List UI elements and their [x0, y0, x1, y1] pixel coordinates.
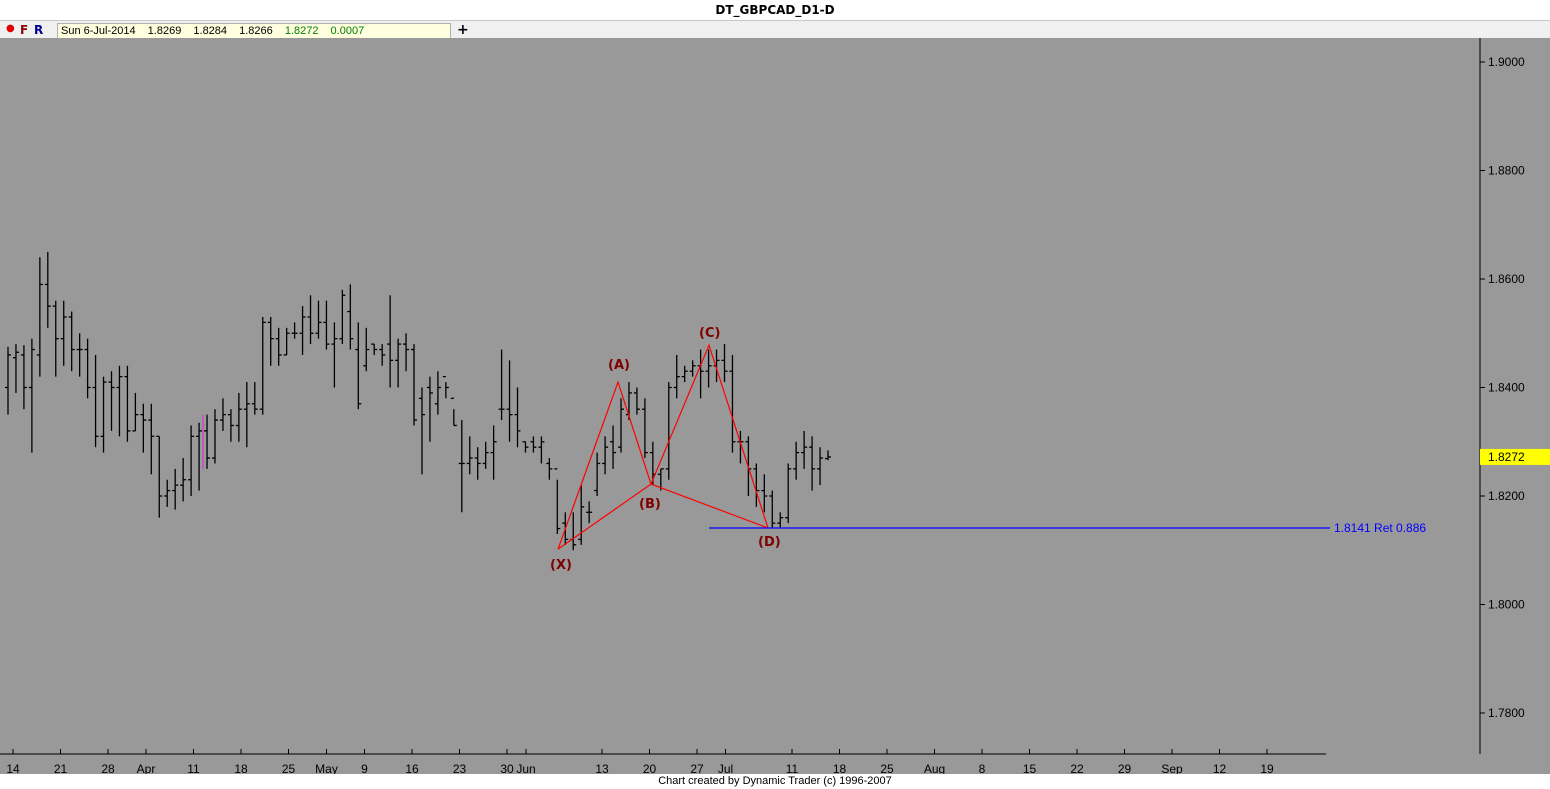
- red-dot-icon[interactable]: ●: [6, 23, 15, 34]
- x-tick-label: 13: [595, 762, 609, 774]
- x-tick-label: 9: [361, 762, 368, 774]
- x-tick-label: 15: [1023, 762, 1037, 774]
- y-tick-label: 1.9000: [1488, 55, 1525, 69]
- x-tick-label: Aug: [924, 762, 945, 774]
- x-tick-label: 27: [690, 762, 704, 774]
- pattern-label: (X): [550, 558, 572, 573]
- x-tick-label: Sep: [1161, 762, 1183, 774]
- x-tick-label: 22: [1070, 762, 1084, 774]
- footer-credit: Chart created by Dynamic Trader (c) 1996…: [0, 774, 1550, 789]
- toolbar: ● F R Sun 6-Jul-2014 1.8269 1.8284 1.826…: [0, 21, 1550, 39]
- x-tick-label: 28: [101, 762, 115, 774]
- y-axis-area: [1480, 38, 1550, 774]
- pattern-label: (A): [608, 358, 630, 373]
- x-tick-label: Jul: [718, 762, 733, 774]
- x-tick-label: Jun: [516, 762, 535, 774]
- r-button[interactable]: R: [34, 23, 43, 37]
- x-tick-label: 12: [1213, 762, 1227, 774]
- plot-area[interactable]: [0, 38, 1480, 754]
- y-tick-label: 1.7800: [1488, 706, 1525, 720]
- x-tick-label: 11: [786, 762, 799, 774]
- x-tick-label: 18: [833, 762, 847, 774]
- last-price-label: 1.8272: [1488, 450, 1525, 464]
- plus-icon[interactable]: +: [457, 22, 469, 38]
- x-tick-label: Apr: [137, 762, 156, 774]
- info-date: Sun 6-Jul-2014: [61, 25, 136, 37]
- y-tick-label: 1.8200: [1488, 489, 1525, 503]
- x-tick-label: 29: [1118, 762, 1132, 774]
- x-tick-label: 11: [187, 762, 200, 774]
- bar-info-box: Sun 6-Jul-2014 1.8269 1.8284 1.8266 1.82…: [57, 23, 451, 39]
- info-high: 1.8284: [193, 25, 228, 37]
- x-tick-label: 18: [234, 762, 248, 774]
- y-tick-label: 1.8800: [1488, 164, 1525, 178]
- x-tick-label: 23: [453, 762, 467, 774]
- x-tick-label: 25: [282, 762, 296, 774]
- info-close: 1.8272: [284, 25, 319, 37]
- price-chart[interactable]: (X) (A) (B) (C) (D) 1.8141 Ret 0.886 14 21 28 Ap…: [0, 38, 1550, 774]
- y-tick-label: 1.8400: [1488, 381, 1525, 395]
- info-open: 1.8269: [147, 25, 182, 37]
- info-low: 1.8266: [239, 25, 273, 37]
- x-tick-label: 19: [1260, 762, 1274, 774]
- projection-label: 1.8141 Ret 0.886: [1334, 521, 1426, 535]
- x-tick-label: 8: [979, 762, 986, 774]
- x-axis-area: [0, 754, 1480, 774]
- pattern-label: (B): [639, 497, 661, 512]
- pattern-label: (C): [699, 326, 720, 341]
- x-tick-label: 14: [6, 762, 20, 774]
- y-tick-label: 1.8000: [1488, 598, 1525, 612]
- window-title: DT_GBPCAD_D1-D: [0, 0, 1550, 21]
- info-change: 0.0007: [330, 25, 365, 37]
- x-tick-label: 25: [880, 762, 894, 774]
- x-tick-label: 20: [643, 762, 657, 774]
- f-button[interactable]: F: [20, 23, 28, 37]
- x-tick-label: May: [315, 762, 338, 774]
- pattern-label: (D): [758, 535, 781, 550]
- x-tick-label: 30: [500, 762, 514, 774]
- y-tick-label: 1.8600: [1488, 272, 1525, 286]
- x-tick-label: 21: [54, 762, 68, 774]
- x-tick-label: 16: [405, 762, 419, 774]
